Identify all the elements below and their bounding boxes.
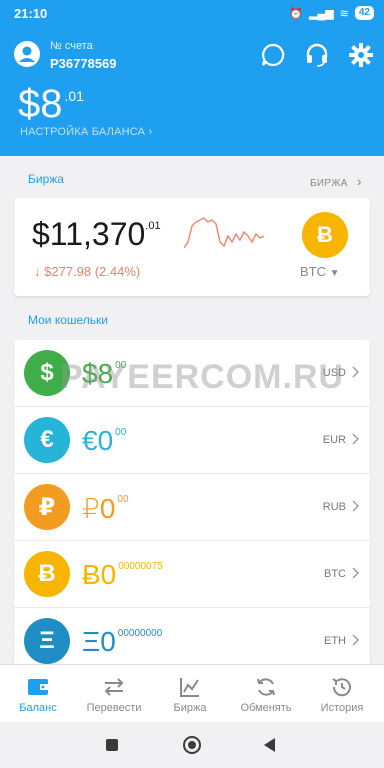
- back-button[interactable]: [264, 738, 276, 752]
- wallets-section-title: Мои кошельки: [28, 313, 109, 327]
- nav-balance[interactable]: Баланс: [0, 665, 76, 723]
- status-bar: 21:10 ⏰ ▂▄▆ ≋ 42: [0, 0, 384, 28]
- nav-convert[interactable]: Обменять: [228, 665, 304, 723]
- exchange-icon: [257, 678, 275, 696]
- euro-icon: €: [24, 417, 70, 463]
- chart-icon: [180, 678, 199, 697]
- chevron-right-icon: [352, 500, 359, 512]
- wallet-amount: €0 00: [82, 425, 127, 456]
- wallet-usd[interactable]: $ $8 00 USD: [14, 340, 370, 407]
- exchange-card[interactable]: $11,370.01 ↓ $277.98 (2.44%) Ƀ BTC ▼: [14, 198, 370, 296]
- account-number[interactable]: P36778569: [50, 56, 117, 71]
- wallet-currency: ETH: [324, 635, 346, 647]
- chevron-right-icon: ›: [148, 126, 153, 138]
- wifi-icon: ≋: [339, 7, 349, 20]
- wallet-amount: Ƀ0 00000075: [82, 559, 163, 590]
- support-headset-icon[interactable]: [304, 42, 330, 68]
- bitcoin-icon: Ƀ: [24, 551, 70, 597]
- wallet-amount: ₽0 00: [82, 493, 129, 524]
- chevron-right-icon: [352, 567, 359, 579]
- battery-icon: 42: [354, 6, 374, 20]
- wallet-eth[interactable]: Ξ Ξ0 00000000 ETH: [14, 608, 370, 666]
- chevron-right-icon: [352, 366, 359, 378]
- wallet-currency: RUB: [322, 501, 346, 513]
- wallet-amount: Ξ0 00000000: [82, 626, 163, 657]
- nav-history[interactable]: История: [304, 665, 380, 723]
- signal-icon: ▂▄▆: [308, 7, 334, 20]
- exchange-link[interactable]: БИРЖА ›: [310, 173, 362, 189]
- nav-exchange[interactable]: Биржа: [152, 665, 228, 723]
- chevron-right-icon: [352, 433, 359, 445]
- wallet-amount: $8 00: [82, 358, 127, 389]
- arrow-down-icon: ↓: [34, 264, 45, 279]
- nav-transfer[interactable]: Перевести: [76, 665, 152, 723]
- btc-price: $11,370.01: [32, 216, 161, 252]
- price-sparkline: [184, 217, 264, 249]
- user-icon: [19, 46, 35, 62]
- recent-apps-button[interactable]: [106, 739, 118, 751]
- gear-icon[interactable]: [348, 42, 374, 68]
- alarm-icon: ⏰: [289, 7, 303, 20]
- wallet-currency: EUR: [322, 434, 346, 446]
- account-header: № счета P36778569 $8.01 НАСТРОЙКА БАЛАНС…: [0, 28, 384, 156]
- chevron-right-icon: ›: [356, 173, 362, 189]
- bottom-nav: Баланс Перевести Биржа Обменять История: [0, 664, 384, 722]
- balance-setup-link[interactable]: НАСТРОЙКА БАЛАНСА ›: [20, 126, 152, 138]
- wallets-list: $ $8 00 USD € €0 00 EUR ₽ ₽0 00 RUB Ƀ Ƀ0 000…: [14, 340, 370, 666]
- history-icon: [332, 678, 351, 697]
- caret-down-icon: ▼: [329, 268, 340, 279]
- system-nav-bar: [0, 722, 384, 768]
- status-time: 21:10: [14, 6, 48, 21]
- chevron-right-icon: [352, 634, 359, 646]
- price-change: ↓ $277.98 (2.44%): [34, 264, 141, 279]
- currency-selector[interactable]: BTC ▼: [300, 264, 340, 279]
- transfer-icon: [104, 678, 124, 696]
- wallet-icon: [28, 679, 48, 695]
- wallet-btc[interactable]: Ƀ Ƀ0 00000075 BTC: [14, 541, 370, 608]
- wallet-currency: USD: [322, 367, 346, 379]
- balance-amount: $8.01: [18, 82, 84, 126]
- wallet-rub[interactable]: ₽ ₽0 00 RUB: [14, 474, 370, 541]
- wallet-eur[interactable]: € €0 00 EUR: [14, 407, 370, 474]
- dollar-icon: $: [24, 350, 70, 396]
- chat-icon[interactable]: [260, 42, 286, 68]
- avatar[interactable]: [14, 41, 40, 67]
- account-label: № счета: [50, 40, 93, 52]
- home-button[interactable]: [183, 736, 201, 754]
- ethereum-icon: Ξ: [24, 618, 70, 664]
- wallet-currency: BTC: [324, 568, 346, 580]
- bitcoin-icon: Ƀ: [302, 212, 348, 258]
- ruble-icon: ₽: [24, 484, 70, 530]
- exchange-section-title: Биржа: [28, 172, 64, 186]
